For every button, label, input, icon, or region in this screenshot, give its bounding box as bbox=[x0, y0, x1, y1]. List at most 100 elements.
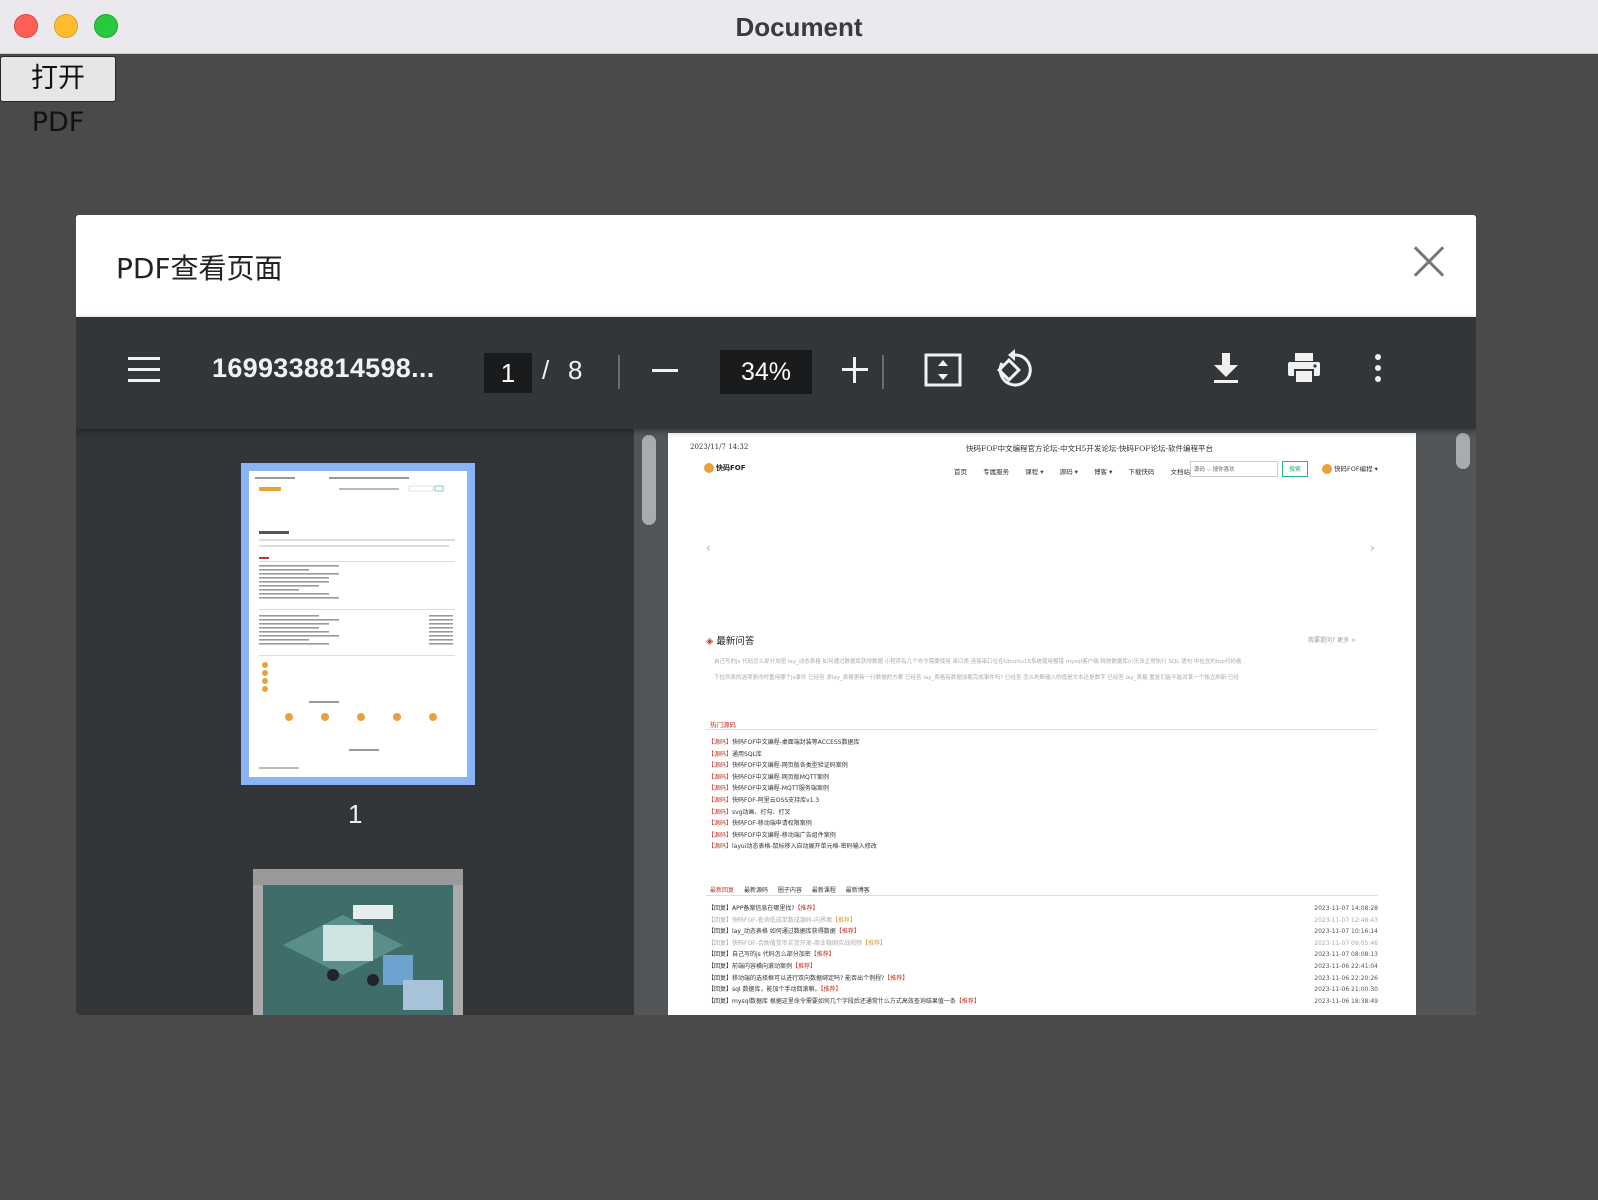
brand-icon bbox=[1322, 464, 1332, 474]
site-logo: 快码FOF bbox=[704, 463, 746, 473]
pdf-filename: 1699338814598... bbox=[212, 353, 435, 383]
date-text: 2023-11-06 22:20:26 bbox=[1314, 974, 1378, 982]
list-item: 【回复】前端内容横向滚动案例【推荐】 bbox=[708, 962, 817, 970]
page-separator: / bbox=[542, 355, 550, 385]
thumbnail-sidebar: 1 bbox=[76, 429, 634, 1015]
brand-text: 快码FOF编程 ▾ bbox=[1334, 465, 1378, 473]
more-options-icon[interactable] bbox=[1372, 351, 1384, 385]
pdf-page: 2023/11/7 14:32 快码FOF中文编程官方论坛-中文H5开发论坛-快… bbox=[668, 433, 1416, 1015]
list-item: 【回复】快码FOF-合助值货币买货开发-商业稳固实战视频【推荐】 bbox=[708, 939, 886, 947]
site-search-box: 源码 ⌵ 搜你喜欢 bbox=[1190, 461, 1278, 477]
list-item: 【源码】快码FOF中文编程-MQTT服务端案例 bbox=[708, 785, 829, 793]
list-item: 【回复】APP备案信息在哪里找?【推荐】 bbox=[708, 905, 819, 912]
fit-to-page-icon[interactable] bbox=[924, 353, 962, 387]
zoom-level-input[interactable]: 34% bbox=[720, 350, 812, 394]
nav-item: 文档站 bbox=[1170, 468, 1191, 476]
list-item: 【回复】sql 数据库，能加个手动回滚嘛。【推荐】 bbox=[708, 986, 842, 994]
pdf-print-title: 快码FOF中文编程官方论坛-中文H5开发论坛-快码FOF论坛-软件编程平台 bbox=[966, 444, 1214, 453]
nav-item: 课程 ▾ bbox=[1025, 468, 1044, 476]
pdf-print-date: 2023/11/7 14:32 bbox=[690, 443, 749, 451]
open-pdf-button[interactable]: 打开PDF bbox=[0, 56, 116, 138]
toolbar-divider bbox=[618, 355, 620, 389]
qa-section-title: ◈ 最新问答 bbox=[706, 633, 754, 647]
modal-header: PDF查看页面 bbox=[76, 215, 1476, 317]
page-thumbnail[interactable] bbox=[241, 463, 475, 785]
latest-tabs: 最新回复 最新源码 圈子内容 最新课程 最新博客 bbox=[710, 885, 878, 894]
site-brand-menu: 快码FOF编程 ▾ bbox=[1322, 463, 1378, 474]
list-item: 【源码】快码FOF中文编程-网页版MQTT案例 bbox=[708, 773, 829, 781]
date-text: 2023-11-07 08:08:13 bbox=[1314, 951, 1378, 959]
pdf-modal: PDF查看页面 1699338814598... 1 / 8 34% 1 202… bbox=[76, 215, 1476, 1015]
close-icon[interactable] bbox=[1412, 245, 1446, 279]
thumbnail-miniature-image bbox=[255, 477, 455, 769]
site-search-button: 搜索 bbox=[1282, 461, 1308, 477]
list-item: 【回复】快码FOF-查询低成单数成源码-向界面【推荐】 bbox=[708, 916, 856, 924]
thumbnail-page-number: 1 bbox=[348, 799, 363, 829]
list-item: 【回复】移动端的选择框可以进行双向数据绑定吗? 能否出个例程?【推荐】 bbox=[708, 974, 909, 982]
latest-dates: 2023-11-07 14:08:28 2023-11-07 12:48:43 … bbox=[1308, 903, 1378, 1007]
thumbnail-header-strip bbox=[253, 869, 463, 885]
list-item: 【源码】快码FOF-移动端申请权限案例 bbox=[708, 820, 812, 828]
viewer-scrollbar[interactable] bbox=[1456, 433, 1470, 469]
tab-latest-source: 最新源码 bbox=[743, 887, 768, 894]
date-text: 2023-11-07 09:05:46 bbox=[1314, 939, 1378, 947]
date-text: 2023-11-06 21:00:30 bbox=[1314, 986, 1378, 994]
tab-latest-courses: 最新课程 bbox=[811, 887, 836, 894]
list-item: 【源码】快码FOF中文编程-移动端广告组件案例 bbox=[708, 831, 836, 839]
tab-latest-blogs: 最新博客 bbox=[845, 887, 870, 894]
list-item: 【源码】svg动画、打勾、打叉 bbox=[708, 808, 791, 816]
zoom-in-icon[interactable] bbox=[842, 357, 868, 383]
site-nav: 首页 专属服务 课程 ▾ 源码 ▾ 博客 ▾ 下载快码 文档站 bbox=[954, 466, 1204, 476]
list-item: 【回复】自己写的js 代码怎么部分加密【推荐】 bbox=[708, 951, 835, 959]
thumbnail-illustration bbox=[263, 885, 453, 1015]
toolbar-divider bbox=[882, 355, 884, 389]
nav-item: 下载快码 bbox=[1128, 468, 1155, 476]
carousel-prev-icon: ‹ bbox=[706, 541, 711, 555]
tab-latest-replies: 最新回复 bbox=[710, 887, 735, 894]
list-item: 【源码】快码FOF中文编程-网页版各类型验证码案例 bbox=[708, 762, 848, 770]
nav-item: 首页 bbox=[954, 468, 967, 476]
date-text: 2023-11-07 10:16:14 bbox=[1314, 928, 1378, 936]
print-icon[interactable] bbox=[1286, 351, 1322, 385]
date-text: 2023-11-06 18:38:49 bbox=[1314, 997, 1378, 1005]
page-thumbnail-preview bbox=[249, 471, 467, 777]
hot-source-tab: 热门源码 bbox=[710, 721, 736, 729]
tab-circle-content: 圈子内容 bbox=[777, 887, 802, 894]
pdf-viewer[interactable]: 2023/11/7 14:32 快码FOF中文编程官方论坛-中文H5开发论坛-快… bbox=[634, 429, 1476, 1015]
download-icon[interactable] bbox=[1212, 351, 1240, 385]
window-title: Document bbox=[735, 12, 863, 42]
logo-text: 快码FOF bbox=[716, 464, 746, 472]
nav-item: 博客 ▾ bbox=[1094, 468, 1113, 476]
list-item: 【回复】mysql数据库 根据这里命令需要如何几个字段后还通常什么方式高效查询结… bbox=[708, 997, 980, 1005]
page-number-input[interactable]: 1 bbox=[484, 353, 532, 393]
zoom-out-icon[interactable] bbox=[652, 369, 678, 372]
page-total: 8 bbox=[568, 355, 583, 385]
latest-replies-list: 【回复】APP备案信息在哪里找?【推荐】 【回复】快码FOF-查询低成单数成源码… bbox=[708, 903, 980, 1007]
window-title-bar: Document bbox=[0, 0, 1598, 54]
list-item: 【源码】快码FOF-阿里云OSS支持库v1.3 bbox=[708, 796, 820, 804]
isometric-illustration-image bbox=[263, 885, 453, 1015]
qa-title-text: 最新问答 bbox=[716, 636, 755, 647]
section-divider bbox=[706, 895, 1378, 896]
rotate-icon[interactable] bbox=[994, 349, 1032, 389]
list-item: 【源码】快码FOF中文编程-桌面端封装等ACCESS数据库 bbox=[708, 739, 860, 746]
pdf-toolbar: 1699338814598... 1 / 8 34% bbox=[76, 317, 1476, 429]
qa-question-row: 自己写的js 代码怎么部分加密 lay_动态表格 如何通过数据库获得数据 小程序… bbox=[714, 659, 1242, 665]
list-item: 【源码】通用SQL库 bbox=[708, 750, 762, 758]
carousel-next-icon: › bbox=[1370, 541, 1375, 555]
menu-icon[interactable] bbox=[128, 357, 160, 383]
page-thumbnail[interactable] bbox=[253, 869, 463, 1015]
list-item: 【回复】lay_动态表格 如何通过数据库获得数据【推荐】 bbox=[708, 928, 860, 936]
nav-item: 专属服务 bbox=[983, 468, 1010, 476]
date-text: 2023-11-07 12:48:43 bbox=[1314, 916, 1378, 924]
qa-question-row: 下拉列表的选项更改时重用哪个js事件 已经答 求lay_表格更新一行数据的方案 … bbox=[714, 675, 1240, 681]
tag-icon: ◈ bbox=[706, 636, 717, 647]
nav-item: 源码 ▾ bbox=[1059, 468, 1078, 476]
sidebar-scrollbar[interactable] bbox=[642, 435, 656, 525]
hot-source-list: 【源码】快码FOF中文编程-桌面端封装等ACCESS数据库 【源码】通用SQL库… bbox=[708, 737, 877, 853]
qa-more-links: 我要提问? 更多 > bbox=[1308, 637, 1357, 644]
section-divider bbox=[706, 729, 1378, 730]
modal-title: PDF查看页面 bbox=[116, 252, 283, 285]
logo-icon bbox=[704, 463, 714, 473]
date-text: 2023-11-06 22:41:04 bbox=[1314, 962, 1378, 970]
